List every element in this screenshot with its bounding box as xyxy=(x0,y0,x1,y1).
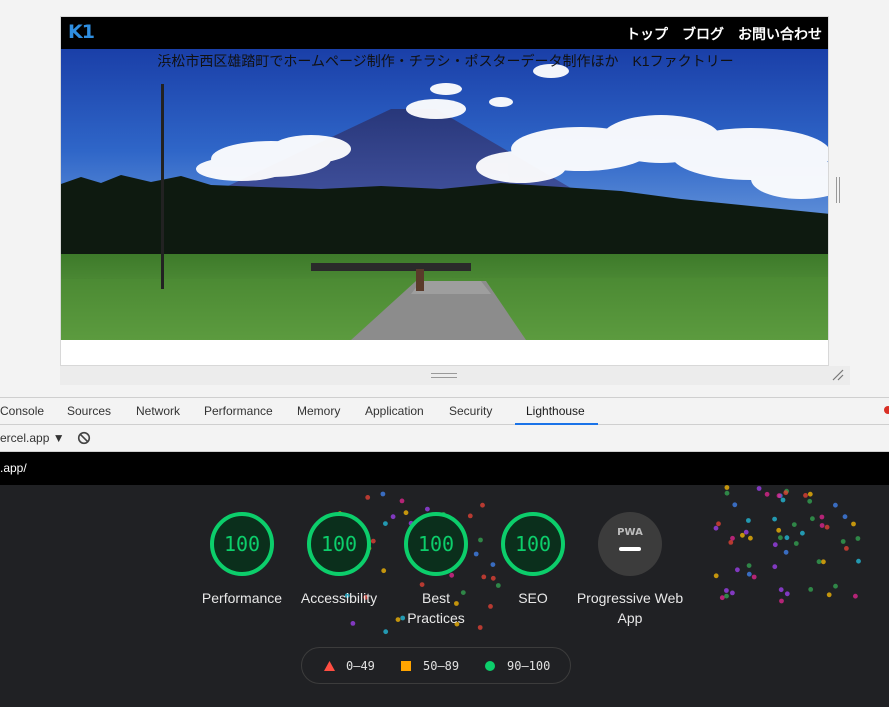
gauge-accessibility[interactable]: 100 Accessibility xyxy=(289,511,389,608)
legend-fail: 0–49 xyxy=(346,659,375,673)
nav-link-blog[interactable]: ブログ xyxy=(682,24,724,44)
legend-average: 50–89 xyxy=(423,659,460,673)
score-seo: 100 xyxy=(515,532,551,556)
gauge-ring-icon: 100 xyxy=(404,512,468,576)
report-url-bar: .app/ xyxy=(0,452,889,485)
gauge-ring-icon: 100 xyxy=(210,512,274,576)
tab-application[interactable]: Application xyxy=(365,404,424,418)
viewport-resize-handle-right[interactable] xyxy=(836,177,840,203)
error-indicator-icon[interactable] xyxy=(884,406,889,414)
tab-lighthouse[interactable]: Lighthouse xyxy=(526,404,585,418)
gauge-pwa[interactable]: PWA Progressive Web App xyxy=(577,511,683,628)
lighthouse-toolbar: ercel.app ▼ xyxy=(0,425,889,452)
tab-sources[interactable]: Sources xyxy=(67,404,111,418)
report-url[interactable]: .app/ xyxy=(0,461,27,475)
gauge-label-accessibility: Accessibility xyxy=(300,590,378,606)
score-accessibility: 100 xyxy=(321,532,357,556)
score-legend: 0–49 50–89 90–100 xyxy=(301,647,571,684)
tab-network[interactable]: Network xyxy=(136,404,180,418)
tab-security[interactable]: Security xyxy=(449,404,492,418)
gauge-ring-icon: 100 xyxy=(307,512,371,576)
resize-corner-icon[interactable] xyxy=(831,368,845,382)
hero-image xyxy=(61,49,828,340)
viewport-resize-handle-bottom[interactable] xyxy=(431,373,457,378)
device-viewport[interactable]: K1 トップ ブログ お問い合わせ 浜松市西区雄踏町でホームページ制作・チラシ・… xyxy=(60,16,829,366)
site-header: K1 トップ ブログ お問い合わせ xyxy=(61,17,828,49)
score-performance: 100 xyxy=(224,532,260,556)
gauge-label-seo: SEO xyxy=(518,590,548,606)
circle-icon xyxy=(485,661,495,671)
gauge-best-practices[interactable]: 100 Best Practices xyxy=(386,511,486,628)
gauge-label-pwa: Progressive Web App xyxy=(576,590,684,626)
hero-caption: 浜松市西区雄踏町でホームページ制作・チラシ・ポスターデータ制作ほか K1ファクト… xyxy=(157,53,734,69)
clear-icon[interactable] xyxy=(77,431,91,445)
tab-console[interactable]: Console xyxy=(0,404,44,418)
gauge-ring-icon: 100 xyxy=(501,512,565,576)
nav-link-top[interactable]: トップ xyxy=(626,24,668,44)
score-best-practices: 100 xyxy=(418,532,454,556)
report-url-select[interactable]: ercel.app ▼ xyxy=(0,431,65,445)
gauge-label-best-practices: Best Practices xyxy=(407,590,465,626)
lighthouse-report: 100 Performance 100 Accessibility 100 Be… xyxy=(0,485,889,707)
gauge-performance[interactable]: 100 Performance xyxy=(192,511,292,608)
site-nav: トップ ブログ お問い合わせ xyxy=(626,24,822,44)
site-logo[interactable]: K1 xyxy=(68,21,95,43)
gauge-seo[interactable]: 100 SEO xyxy=(483,511,583,608)
square-icon xyxy=(401,661,411,671)
legend-pass: 90–100 xyxy=(507,659,551,673)
tab-performance[interactable]: Performance xyxy=(204,404,273,418)
nav-link-contact[interactable]: お問い合わせ xyxy=(738,24,822,44)
devtools-tab-bar: Console Sources Network Performance Memo… xyxy=(0,397,889,425)
pwa-badge-text: PWA xyxy=(617,527,643,538)
pwa-badge-icon: PWA xyxy=(598,512,662,576)
tab-memory[interactable]: Memory xyxy=(297,404,340,418)
page-preview: K1 トップ ブログ お問い合わせ 浜松市西区雄踏町でホームページ制作・チラシ・… xyxy=(0,0,889,397)
triangle-icon xyxy=(324,661,335,671)
gauge-label-performance: Performance xyxy=(201,590,283,606)
